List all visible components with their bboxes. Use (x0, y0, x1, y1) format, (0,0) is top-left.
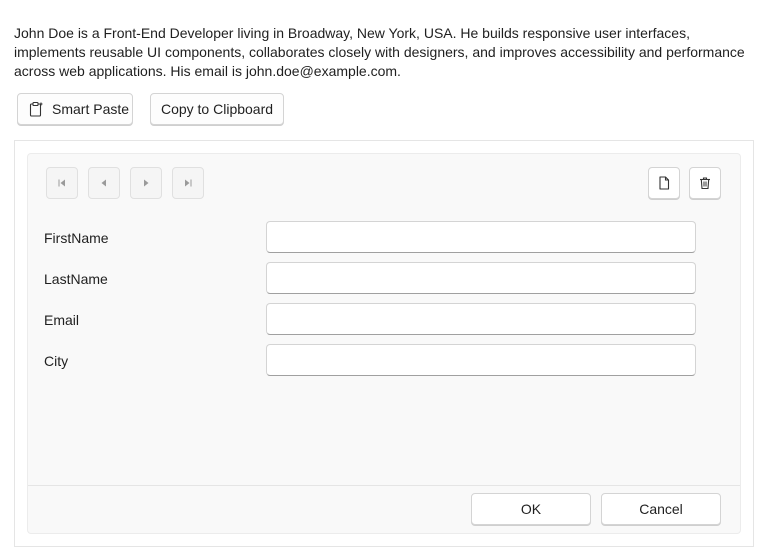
next-icon (144, 179, 149, 187)
previous-record-button[interactable] (88, 167, 120, 199)
email-input[interactable] (266, 303, 696, 335)
copy-to-clipboard-label: Copy to Clipboard (160, 101, 274, 117)
delete-record-button[interactable] (689, 167, 721, 199)
first-record-button[interactable] (46, 167, 78, 199)
previous-icon (101, 179, 106, 187)
last-name-label: LastName (44, 271, 108, 287)
last-page-icon (185, 179, 192, 187)
description-text: John Doe is a Front-End Developer living… (14, 25, 745, 79)
new-record-button[interactable] (648, 167, 680, 199)
copy-to-clipboard-button[interactable]: Copy to Clipboard (150, 93, 284, 125)
ok-button[interactable]: OK (471, 493, 591, 525)
first-page-icon (58, 179, 65, 187)
smart-paste-label: Smart Paste (52, 101, 130, 117)
trash-icon (700, 177, 710, 190)
last-name-input[interactable] (266, 262, 696, 294)
first-name-input[interactable] (266, 221, 696, 253)
smart-paste-button[interactable]: Smart Paste (17, 93, 133, 125)
first-name-label: FirstName (44, 230, 109, 246)
next-record-button[interactable] (130, 167, 162, 199)
cancel-label: Cancel (639, 501, 683, 517)
last-record-button[interactable] (172, 167, 204, 199)
footer-divider (28, 485, 740, 486)
city-label: City (44, 353, 69, 369)
ok-label: OK (520, 501, 542, 517)
email-label: Email (44, 312, 80, 328)
city-input[interactable] (266, 344, 696, 376)
cancel-button[interactable]: Cancel (601, 493, 721, 525)
clipboard-paste-icon (28, 101, 44, 117)
new-document-icon (659, 176, 670, 190)
